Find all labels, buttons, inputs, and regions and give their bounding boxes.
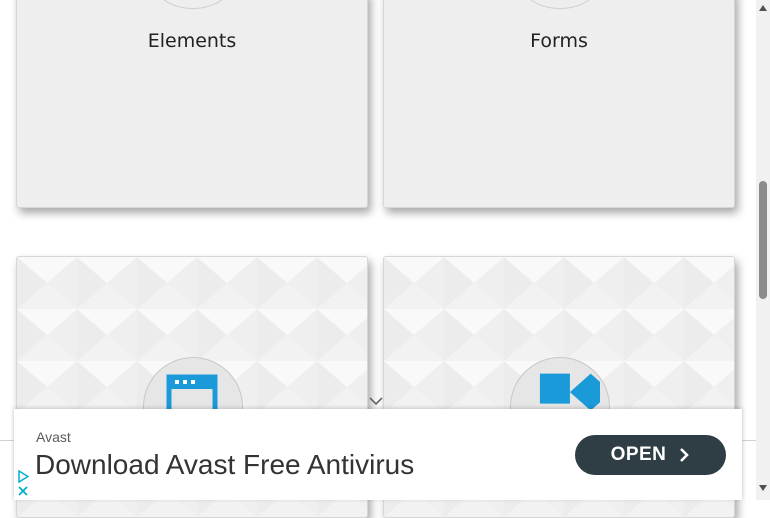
ad-open-label: OPEN (610, 444, 667, 465)
vertical-scrollbar[interactable] (756, 0, 770, 500)
ad-headline[interactable]: Download Avast Free Antivirus (35, 449, 414, 481)
scroll-down-arrow-icon[interactable] (758, 484, 768, 492)
chevron-right-icon (680, 448, 690, 462)
ad-banner[interactable]: Avast Download Avast Free Antivirus OPEN (14, 409, 742, 500)
ad-open-button[interactable]: OPEN (575, 435, 726, 475)
adchoices[interactable] (16, 470, 30, 498)
card-elements[interactable]: Elements (16, 0, 368, 208)
card-title-forms: Forms (530, 30, 588, 52)
forms-icon-circle (519, 0, 601, 9)
ad-divider-left (0, 440, 14, 441)
ad-divider-right (742, 440, 756, 441)
elements-icon-circle (152, 0, 234, 9)
ad-close-icon[interactable] (17, 485, 29, 497)
scrollbar-thumb[interactable] (759, 181, 767, 299)
scroll-up-arrow-icon[interactable] (758, 4, 768, 12)
card-forms[interactable]: Forms (383, 0, 735, 208)
adchoices-triangle-icon[interactable] (17, 470, 29, 483)
ad-brand: Avast (36, 429, 71, 445)
card-title-elements: Elements (147, 30, 237, 52)
chevron-down-icon[interactable] (368, 396, 384, 406)
